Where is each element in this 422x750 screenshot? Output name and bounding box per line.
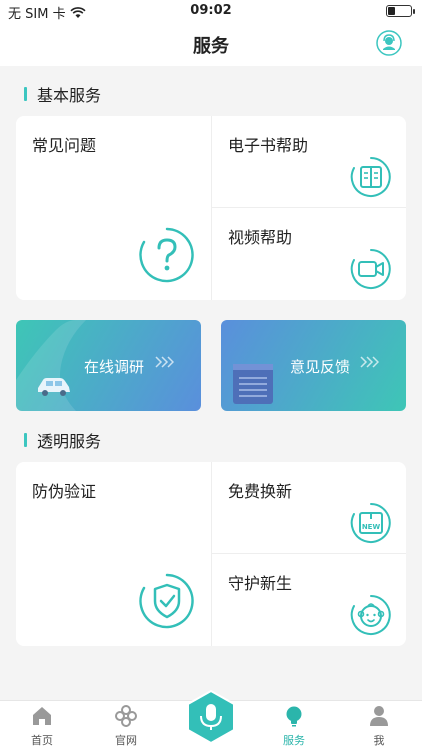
free-replacement-card[interactable]: 免费换新 NEW (212, 462, 406, 553)
section-accent-bar (24, 433, 27, 447)
shield-check-icon (139, 573, 194, 629)
feedback-label: 意见反馈 (290, 358, 351, 376)
faq-card[interactable]: 常见问题 (16, 116, 211, 300)
status-bar: 无 SIM 卡 09:02 (0, 0, 422, 22)
customer-service-icon[interactable] (376, 30, 402, 56)
guard-newborn-label: 守护新生 (228, 574, 293, 593)
faq-label: 常见问题 (32, 136, 97, 155)
basic-service-card-group: 常见问题 电子书帮助 视频帮助 (16, 116, 406, 300)
voice-assistant-button[interactable] (186, 690, 236, 744)
anti-counterfeit-label: 防伪验证 (32, 482, 97, 501)
tab-official-site[interactable]: 官网 (96, 705, 156, 748)
flower-icon (115, 705, 137, 727)
ebook-help-card[interactable]: 电子书帮助 (212, 116, 406, 207)
chevron-right-icon (155, 356, 174, 368)
section-accent-bar (24, 87, 27, 101)
tab-home[interactable]: 首页 (12, 705, 72, 748)
section-title: 透明服务 (37, 432, 102, 451)
notepad-icon (233, 364, 273, 404)
tab-official-site-label: 官网 (115, 734, 137, 747)
person-icon (370, 706, 388, 726)
tab-service[interactable]: 服务 (264, 705, 324, 748)
book-icon (350, 157, 391, 197)
home-icon (33, 707, 51, 725)
nav-bar: 服务 (0, 22, 422, 66)
lightbulb-icon (286, 706, 302, 727)
online-survey-label: 在线调研 (84, 358, 145, 376)
car-icon (38, 378, 70, 396)
tab-me[interactable]: 我 (349, 705, 409, 748)
baby-face-icon (350, 595, 391, 635)
guard-newborn-card[interactable]: 守护新生 (212, 554, 406, 646)
question-icon (139, 227, 194, 283)
transparent-service-card-group: 防伪验证 免费换新 NEW 守护新生 (16, 462, 406, 646)
tab-home-label: 首页 (31, 734, 53, 747)
video-camera-icon (350, 249, 391, 289)
page-title: 服务 (193, 36, 229, 57)
section-title: 基本服务 (37, 86, 102, 105)
ebook-help-label: 电子书帮助 (228, 136, 309, 155)
anti-counterfeit-card[interactable]: 防伪验证 (16, 462, 211, 646)
svg-text:NEW: NEW (362, 523, 381, 531)
video-help-label: 视频帮助 (228, 228, 293, 247)
section-header-transparent-service: 透明服务 (24, 428, 101, 452)
tab-me-label: 我 (373, 734, 385, 747)
new-box-icon: NEW (350, 503, 391, 543)
battery-fill (388, 7, 395, 15)
tab-service-label: 服务 (283, 734, 305, 747)
feedback-banner[interactable]: 意见反馈 (221, 320, 406, 411)
free-replacement-label: 免费换新 (228, 482, 293, 501)
video-help-card[interactable]: 视频帮助 (212, 208, 406, 300)
section-header-basic-service: 基本服务 (24, 82, 101, 106)
battery-icon (386, 5, 415, 17)
chevron-right-icon (360, 356, 379, 368)
status-time: 09:02 (190, 3, 232, 18)
online-survey-banner[interactable]: 在线调研 (16, 320, 201, 411)
